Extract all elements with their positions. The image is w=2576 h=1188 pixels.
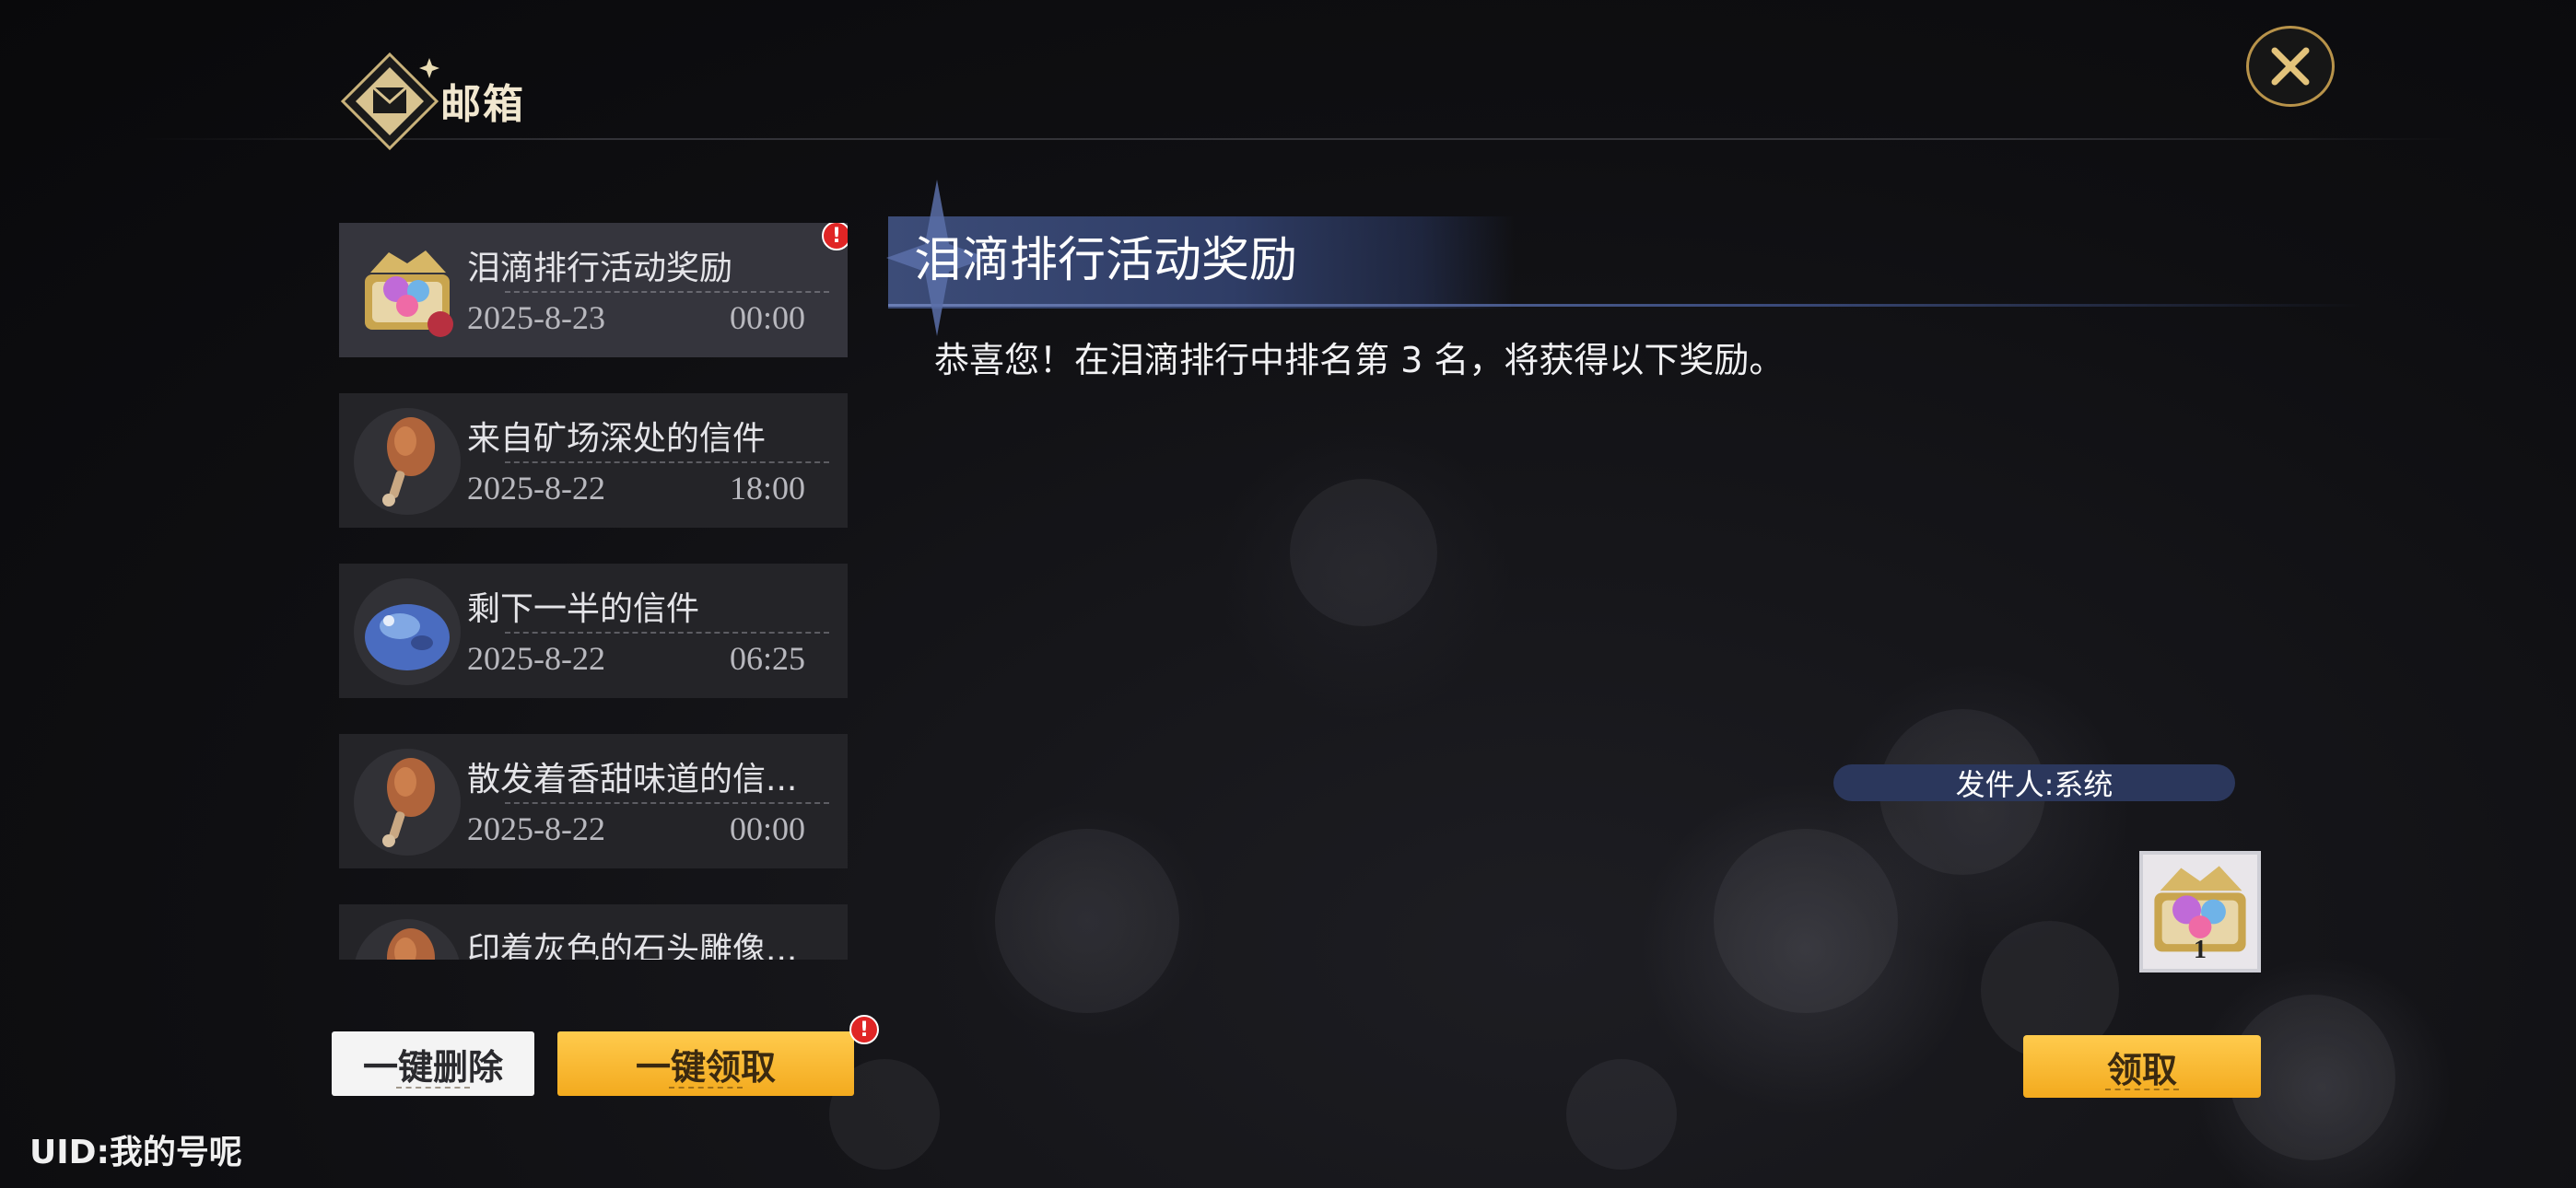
treasure-chest-icon bbox=[365, 250, 453, 337]
mail-subject: 印着灰色的石头雕像... bbox=[467, 931, 798, 960]
mail-divider bbox=[505, 632, 829, 634]
button-underline bbox=[2105, 1089, 2179, 1090]
detail-title-underline bbox=[888, 304, 2362, 307]
mail-subject: 来自矿场深处的信件 bbox=[467, 420, 767, 458]
button-underline bbox=[669, 1087, 743, 1089]
mail-list[interactable]: 泪滴排行活动奖励 2025-8-23 00:00 ! 来自矿场深处的信件 202… bbox=[339, 223, 848, 960]
mail-item[interactable]: 散发着香甜味道的信... 2025-8-22 00:00 bbox=[339, 734, 848, 868]
drumstick-icon bbox=[354, 408, 461, 515]
mail-subject: 散发着香甜味道的信... bbox=[467, 761, 798, 798]
claim-button[interactable]: 领取 bbox=[2023, 1035, 2261, 1098]
blue-slime-icon bbox=[354, 578, 461, 685]
mail-date: 2025-8-23 bbox=[467, 299, 605, 336]
drumstick-icon bbox=[354, 749, 461, 856]
mail-item-selected[interactable]: 泪滴排行活动奖励 2025-8-23 00:00 bbox=[339, 223, 848, 357]
close-button[interactable] bbox=[2246, 26, 2335, 107]
mail-divider bbox=[505, 802, 829, 804]
claim-all-label: 一键领取 bbox=[635, 1046, 776, 1088]
mail-date: 2025-8-22 bbox=[467, 470, 605, 507]
page-title: 邮箱 bbox=[440, 81, 525, 128]
mail-item[interactable]: 印着灰色的石头雕像... bbox=[339, 904, 848, 960]
detail-title: 泪滴排行活动奖励 bbox=[914, 233, 1298, 288]
mail-date: 2025-8-22 bbox=[467, 640, 605, 677]
mail-time: 18:00 bbox=[729, 470, 805, 507]
unread-badge: ! bbox=[822, 223, 848, 250]
detail-body: 恭喜您！在泪滴排行中排名第 3 名，将获得以下奖励。 bbox=[934, 340, 1785, 380]
reward-item[interactable]: 1 bbox=[2139, 851, 2261, 973]
mail-time: 00:00 bbox=[729, 299, 805, 336]
mail-divider bbox=[505, 461, 829, 463]
claim-all-button[interactable]: 一键领取 bbox=[557, 1031, 854, 1096]
claim-all-badge: ! bbox=[849, 1015, 879, 1044]
uid-label: UID:我的号呢 bbox=[29, 1134, 242, 1171]
drumstick-icon bbox=[355, 919, 460, 960]
reward-count: 1 bbox=[2194, 936, 2207, 964]
mail-date: 2025-8-22 bbox=[467, 810, 605, 847]
claim-label: 领取 bbox=[2106, 1049, 2177, 1090]
close-icon bbox=[2271, 47, 2310, 86]
mailbox-header: 邮箱 bbox=[339, 51, 551, 152]
mail-divider bbox=[505, 291, 829, 293]
mailbox-emblem-icon bbox=[340, 52, 439, 151]
mail-item[interactable]: 来自矿场深处的信件 2025-8-22 18:00 bbox=[339, 393, 848, 528]
sender-text: 发件人:系统 bbox=[1955, 767, 2113, 802]
mail-subject: 剩下一半的信件 bbox=[467, 590, 700, 628]
mail-subject: 泪滴排行活动奖励 bbox=[467, 250, 733, 287]
delete-all-button[interactable]: 一键删除 bbox=[332, 1031, 534, 1096]
delete-all-label: 一键删除 bbox=[362, 1046, 503, 1088]
mail-time: 06:25 bbox=[729, 640, 805, 677]
mail-time: 00:00 bbox=[729, 810, 805, 847]
sender-label: 发件人:系统 bbox=[1833, 764, 2235, 802]
mail-item[interactable]: 剩下一半的信件 2025-8-22 06:25 bbox=[339, 564, 848, 698]
button-underline bbox=[396, 1087, 470, 1089]
